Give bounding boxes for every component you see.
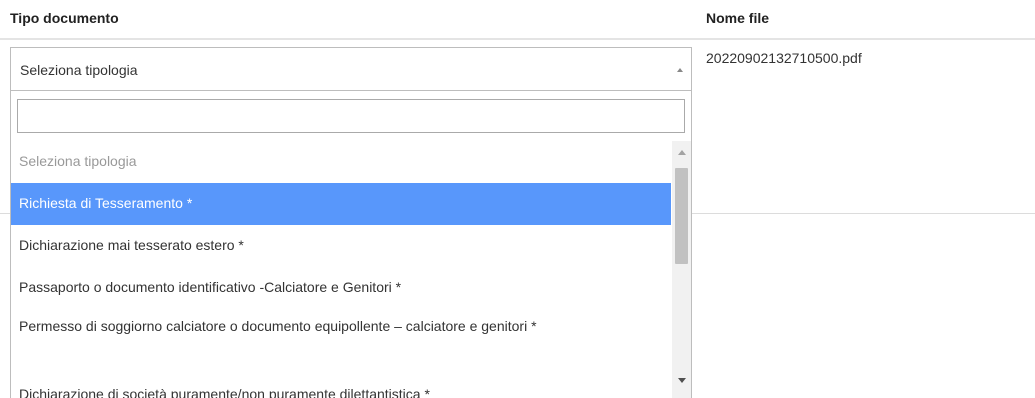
options-list: Seleziona tipologia Richiesta di Tessera… <box>11 141 671 398</box>
file-name: 20220902132710500.pdf <box>706 50 862 66</box>
select-selected-value: Seleziona tipologia <box>20 62 138 78</box>
select-dropdown: Seleziona tipologia Richiesta di Tessera… <box>10 90 692 398</box>
scroll-thumb[interactable] <box>675 168 688 264</box>
header-divider <box>0 38 1035 40</box>
dropdown-scrollbar[interactable] <box>672 141 691 398</box>
scroll-up-arrow-icon[interactable] <box>678 150 686 155</box>
option-placeholder[interactable]: Seleziona tipologia <box>11 141 671 183</box>
column-header-nome-file: Nome file <box>706 10 770 26</box>
search-input[interactable] <box>17 99 685 133</box>
scroll-down-arrow-icon[interactable] <box>678 378 686 383</box>
chevron-up-icon <box>677 68 683 72</box>
option-dichiarazione-mai-tesserato[interactable]: Dichiarazione mai tesserato estero * <box>11 225 671 267</box>
option-richiesta-tesseramento[interactable]: Richiesta di Tesseramento * <box>11 183 671 225</box>
option-permesso-soggiorno[interactable]: Permesso di soggiorno calciatore o docum… <box>11 309 671 374</box>
option-dichiarazione-societa[interactable]: Dichiarazione di società puramente/non p… <box>11 374 671 398</box>
tipologia-select[interactable]: Seleziona tipologia <box>10 47 692 91</box>
dropdown-search <box>17 99 685 133</box>
column-header-tipo-documento: Tipo documento <box>10 10 119 26</box>
option-passaporto[interactable]: Passaporto o documento identificativo -C… <box>11 267 671 309</box>
